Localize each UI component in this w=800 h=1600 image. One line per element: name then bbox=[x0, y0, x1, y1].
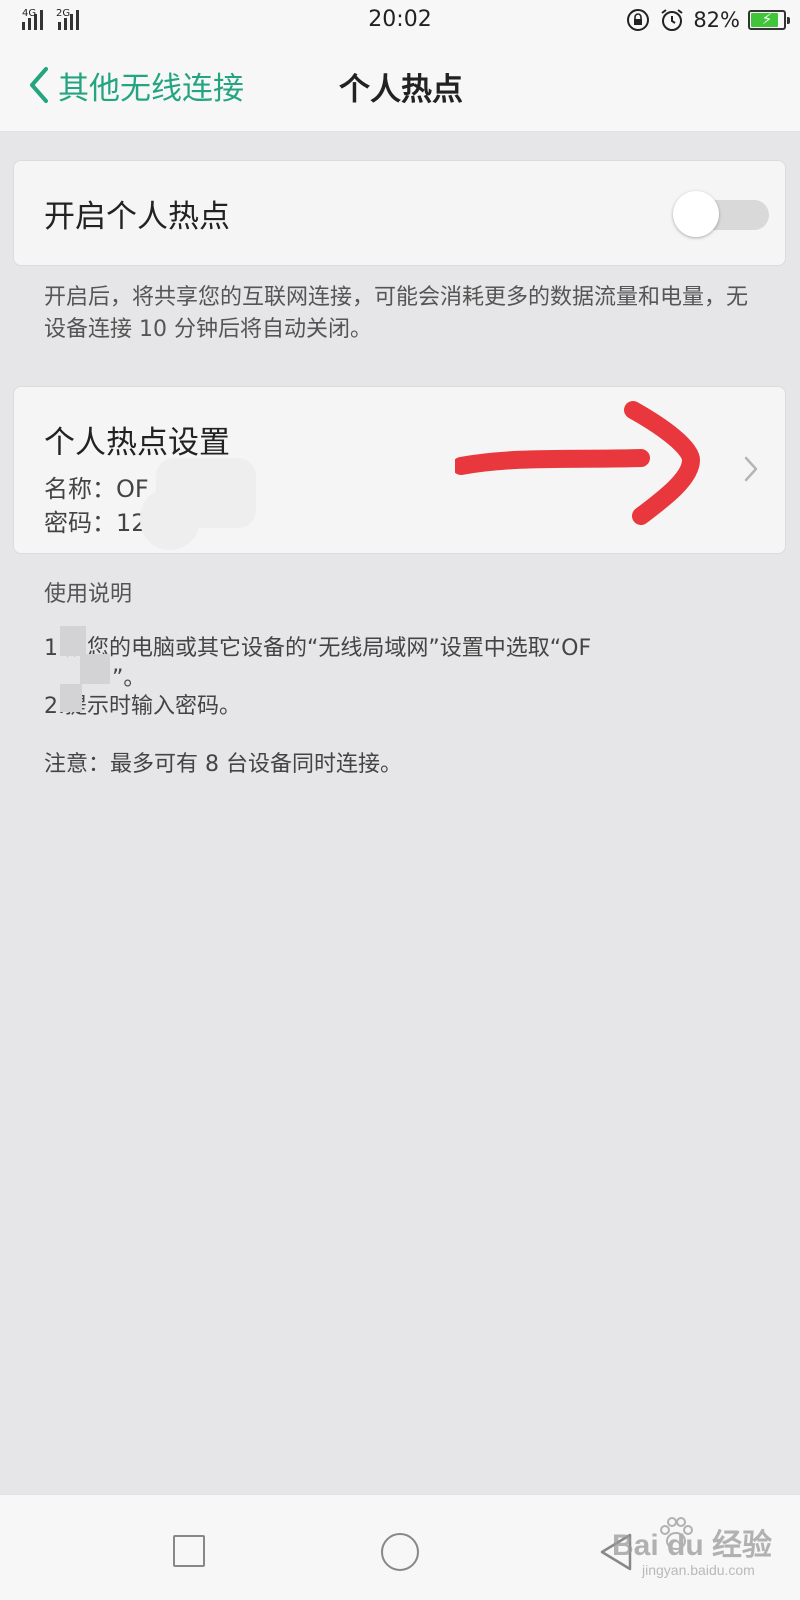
hotspot-toggle-switch[interactable] bbox=[673, 191, 775, 237]
watermark-url: jingyan.baidu.com bbox=[642, 1562, 755, 1578]
hotspot-password-value: 密码：12 bbox=[44, 509, 147, 537]
hotspot-name-value: 名称：OF bbox=[44, 475, 149, 503]
privacy-blur-patch bbox=[140, 488, 200, 550]
alarm-icon bbox=[661, 9, 683, 31]
home-button[interactable] bbox=[381, 1533, 419, 1571]
privacy-blur-patch bbox=[60, 626, 86, 656]
red-arrow-annotation-icon bbox=[455, 401, 700, 525]
hotspot-description: 开启后，将共享您的互联网连接，可能会消耗更多的数据流量和电量，无设备连接 10 … bbox=[44, 285, 749, 342]
privacy-blur-patch bbox=[60, 684, 82, 712]
nav-bar: 其他无线连接 个人热点 bbox=[0, 40, 800, 132]
instructions-title: 使用说明 bbox=[44, 582, 133, 607]
hotspot-toggle-label: 开启个人热点 bbox=[44, 199, 230, 235]
battery-percentage: 82% bbox=[693, 8, 740, 32]
toggle-knob bbox=[673, 191, 719, 237]
hotspot-settings-title: 个人热点设置 bbox=[44, 425, 230, 461]
baidu-jingyan-watermark: Bai du 经验 jingyan.baidu.com bbox=[612, 1510, 792, 1590]
page-title: 个人热点 bbox=[339, 72, 463, 108]
lock-rotation-icon bbox=[627, 9, 650, 31]
status-bar: 4G 2G 20:02 82% ⚡ bbox=[0, 0, 800, 40]
recent-apps-button[interactable] bbox=[173, 1535, 205, 1567]
hotspot-toggle-card: 开启个人热点 bbox=[13, 160, 786, 266]
battery-charging-icon: ⚡ bbox=[748, 10, 790, 30]
watermark-brand: Bai du 经验 bbox=[612, 1529, 773, 1562]
instruction-step-1: 1.从您的电脑或其它设备的“无线局域网”设置中选取“OF bbox=[44, 636, 592, 661]
status-icons: 82% ⚡ bbox=[625, 6, 790, 34]
privacy-blur-patch bbox=[80, 654, 110, 684]
connection-limit-note: 注意：最多可有 8 台设备同时连接。 bbox=[44, 752, 402, 777]
chevron-right-icon bbox=[744, 456, 758, 482]
